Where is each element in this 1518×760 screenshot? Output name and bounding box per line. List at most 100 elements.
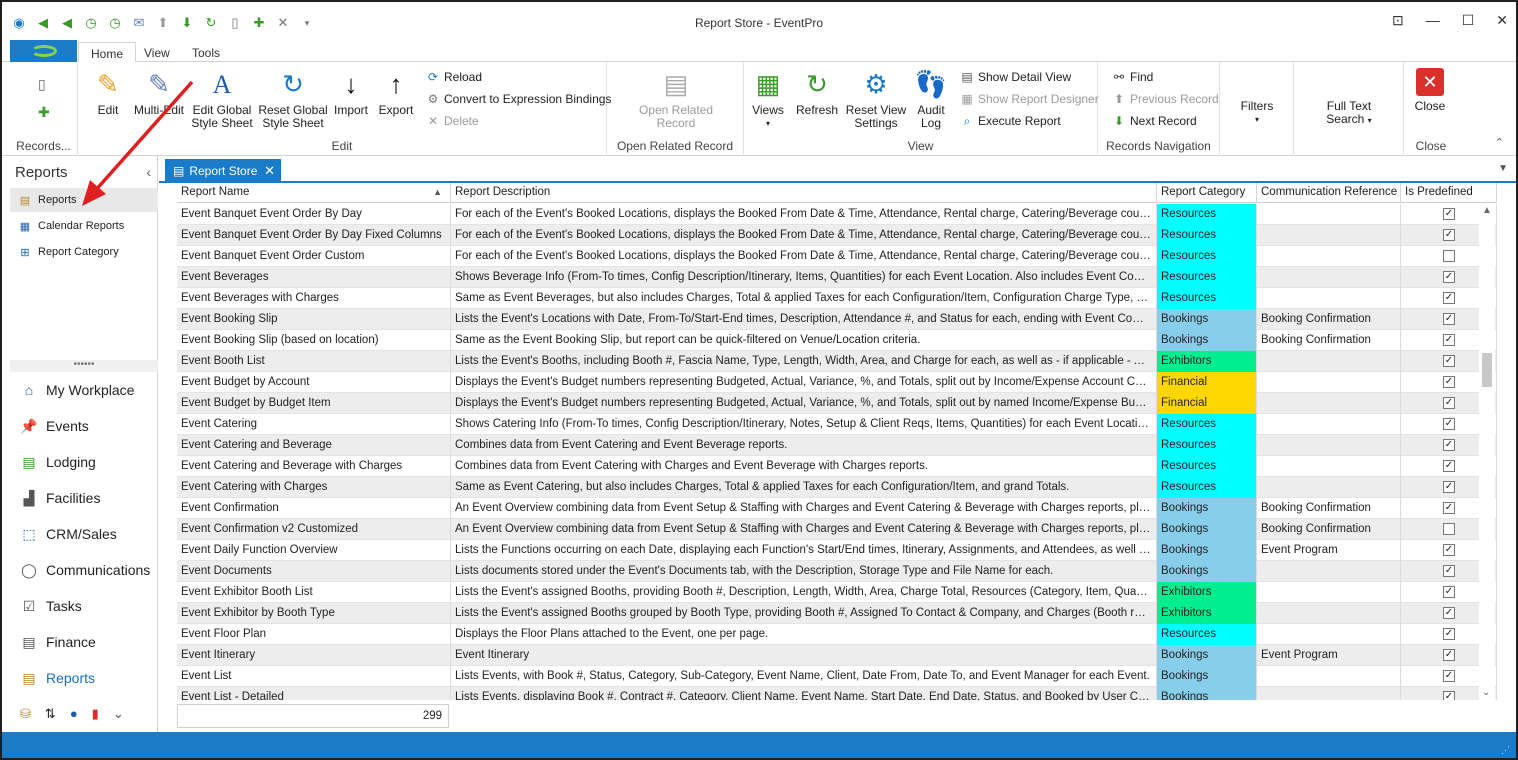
- edit-button[interactable]: ✎ Edit: [90, 68, 126, 117]
- sidebar-collapse-icon[interactable]: ‹: [146, 164, 151, 180]
- predefined-checkbox[interactable]: ✓: [1443, 460, 1455, 472]
- next-record-button[interactable]: ⬇ Next Record: [1112, 112, 1197, 130]
- cell-report-description[interactable]: Same as Event Catering, but also include…: [451, 477, 1157, 498]
- vertical-scrollbar[interactable]: ▲ ⌄: [1479, 203, 1495, 700]
- table-row[interactable]: Event Floor Plan Displays the Floor Plans…: [177, 624, 1497, 645]
- sidebar-item-calendar-reports[interactable]: ▦ Calendar Reports: [10, 214, 158, 238]
- database-icon[interactable]: ⛁: [20, 706, 31, 722]
- cell-report-category[interactable]: Resources: [1157, 246, 1257, 267]
- tab-home[interactable]: Home: [78, 42, 137, 62]
- previous-record-button[interactable]: ⬆ Previous Record: [1112, 90, 1219, 108]
- predefined-checkbox[interactable]: ✓: [1443, 418, 1455, 430]
- tab-report-store[interactable]: ▤ Report Store ✕: [165, 159, 281, 183]
- predefined-checkbox[interactable]: ✓: [1443, 607, 1455, 619]
- predefined-checkbox[interactable]: ✓: [1443, 376, 1455, 388]
- predefined-checkbox[interactable]: ✓: [1443, 208, 1455, 220]
- table-row[interactable]: Event Daily Function Overview Lists the F…: [177, 540, 1497, 561]
- predefined-checkbox[interactable]: ✓: [1443, 628, 1455, 640]
- cell-report-name[interactable]: Event Exhibitor by Booth Type: [177, 603, 451, 624]
- cell-communication-reference[interactable]: Booking Confirmation: [1257, 519, 1401, 540]
- sidebar-splitter[interactable]: ••••••: [10, 360, 158, 372]
- scroll-down-icon[interactable]: ⌄: [1482, 687, 1490, 698]
- cell-report-category[interactable]: Resources: [1157, 624, 1257, 645]
- audit-log-button[interactable]: 👣 Audit Log: [912, 68, 950, 130]
- nav-lodging[interactable]: ▤ Lodging: [10, 445, 158, 479]
- tab-close-icon[interactable]: ✕: [264, 163, 275, 179]
- table-row[interactable]: Event Budget by Account Displays the Even…: [177, 372, 1497, 393]
- table-row[interactable]: Event Banquet Event Order Custom For each…: [177, 246, 1497, 267]
- minimize-icon[interactable]: —: [1426, 12, 1440, 29]
- cell-report-category[interactable]: Exhibitors: [1157, 603, 1257, 624]
- cell-report-name[interactable]: Event List: [177, 666, 451, 687]
- delete-button[interactable]: ✕ Delete: [426, 112, 479, 130]
- cell-report-description[interactable]: Lists Events, displaying Book #, Contrac…: [451, 687, 1157, 700]
- predefined-checkbox[interactable]: [1443, 250, 1455, 262]
- predefined-checkbox[interactable]: ✓: [1443, 292, 1455, 304]
- cell-report-description[interactable]: Same as the Event Booking Slip, but repo…: [451, 330, 1157, 351]
- table-row[interactable]: Event List - Detailed Lists Events, displ…: [177, 687, 1497, 700]
- table-row[interactable]: Event Exhibitor by Booth Type Lists the E…: [177, 603, 1497, 624]
- cell-report-category[interactable]: Resources: [1157, 204, 1257, 225]
- cell-report-description[interactable]: Displays the Event's Budget numbers repr…: [451, 393, 1157, 414]
- multi-edit-button[interactable]: ✎ Multi-Edit: [134, 68, 184, 117]
- nav-crm-sales[interactable]: ⬚ CRM/Sales: [10, 517, 158, 551]
- predefined-checkbox[interactable]: ✓: [1443, 481, 1455, 493]
- cell-report-name[interactable]: Event Documents: [177, 561, 451, 582]
- cell-report-category[interactable]: Resources: [1157, 477, 1257, 498]
- reload-button[interactable]: ⟳ Reload: [426, 68, 482, 86]
- cell-report-category[interactable]: Exhibitors: [1157, 582, 1257, 603]
- cell-report-category[interactable]: Exhibitors: [1157, 351, 1257, 372]
- cell-report-category[interactable]: Resources: [1157, 435, 1257, 456]
- cell-report-category[interactable]: Bookings: [1157, 519, 1257, 540]
- cell-report-name[interactable]: Event Booth List: [177, 351, 451, 372]
- cell-report-category[interactable]: Bookings: [1157, 687, 1257, 700]
- cell-report-name[interactable]: Event Budget by Budget Item: [177, 393, 451, 414]
- cell-report-category[interactable]: Bookings: [1157, 309, 1257, 330]
- cell-report-name[interactable]: Event Floor Plan: [177, 624, 451, 645]
- cell-communication-reference[interactable]: [1257, 414, 1401, 435]
- predefined-checkbox[interactable]: ✓: [1443, 271, 1455, 283]
- tab-tools[interactable]: Tools: [180, 42, 232, 62]
- table-row[interactable]: Event Banquet Event Order By Day For each…: [177, 204, 1497, 225]
- cell-communication-reference[interactable]: [1257, 288, 1401, 309]
- resize-grip-icon[interactable]: ⋰: [1501, 745, 1510, 756]
- scroll-thumb[interactable]: [1482, 353, 1492, 387]
- cell-report-description[interactable]: Shows Catering Info (From-To times, Conf…: [451, 414, 1157, 435]
- cell-communication-reference[interactable]: [1257, 477, 1401, 498]
- table-row[interactable]: Event Itinerary Event Itinerary Bookings Ev…: [177, 645, 1497, 666]
- cell-communication-reference[interactable]: [1257, 246, 1401, 267]
- cell-report-description[interactable]: Displays the Floor Plans attached to the…: [451, 624, 1157, 645]
- cell-report-description[interactable]: Displays the Event's Budget numbers repr…: [451, 372, 1157, 393]
- scroll-up-icon[interactable]: ▲: [1482, 205, 1492, 216]
- cell-communication-reference[interactable]: [1257, 435, 1401, 456]
- nav-my-workplace[interactable]: ⌂ My Workplace: [10, 373, 158, 407]
- table-row[interactable]: Event Catering Shows Catering Info (From-…: [177, 414, 1497, 435]
- add-record-icon[interactable]: ✚: [38, 104, 50, 121]
- cell-report-name[interactable]: Event Budget by Account: [177, 372, 451, 393]
- table-row[interactable]: Event Catering with Charges Same as Event…: [177, 477, 1497, 498]
- nav-facilities[interactable]: ▟ Facilities: [10, 481, 158, 515]
- predefined-checkbox[interactable]: ✓: [1443, 334, 1455, 346]
- table-row[interactable]: Event Booking Slip (based on location) Sa…: [177, 330, 1497, 351]
- table-row[interactable]: Event Budget by Budget Item Displays the …: [177, 393, 1497, 414]
- cell-communication-reference[interactable]: Booking Confirmation: [1257, 309, 1401, 330]
- cell-communication-reference[interactable]: [1257, 204, 1401, 225]
- predefined-checkbox[interactable]: [1443, 523, 1455, 535]
- cell-communication-reference[interactable]: [1257, 456, 1401, 477]
- cell-report-name[interactable]: Event Daily Function Overview: [177, 540, 451, 561]
- cell-report-category[interactable]: Bookings: [1157, 561, 1257, 582]
- cell-report-name[interactable]: Event Itinerary: [177, 645, 451, 666]
- chart-icon[interactable]: ▮: [92, 706, 99, 722]
- show-detail-view-button[interactable]: ▤ Show Detail View: [960, 68, 1071, 86]
- records-group-label[interactable]: Records...: [10, 139, 77, 153]
- cell-report-category[interactable]: Financial: [1157, 372, 1257, 393]
- cell-report-category[interactable]: Bookings: [1157, 645, 1257, 666]
- predefined-checkbox[interactable]: ✓: [1443, 565, 1455, 577]
- column-header-report-name[interactable]: Report Name ▲: [177, 183, 451, 203]
- close-button[interactable]: ✕ Close: [1410, 68, 1450, 113]
- column-header-report-category[interactable]: Report Category: [1157, 183, 1257, 203]
- execute-report-button[interactable]: ⌕ Execute Report: [960, 112, 1061, 130]
- nav-events[interactable]: 📌 Events: [10, 409, 158, 443]
- predefined-checkbox[interactable]: ✓: [1443, 649, 1455, 661]
- cell-report-category[interactable]: Resources: [1157, 267, 1257, 288]
